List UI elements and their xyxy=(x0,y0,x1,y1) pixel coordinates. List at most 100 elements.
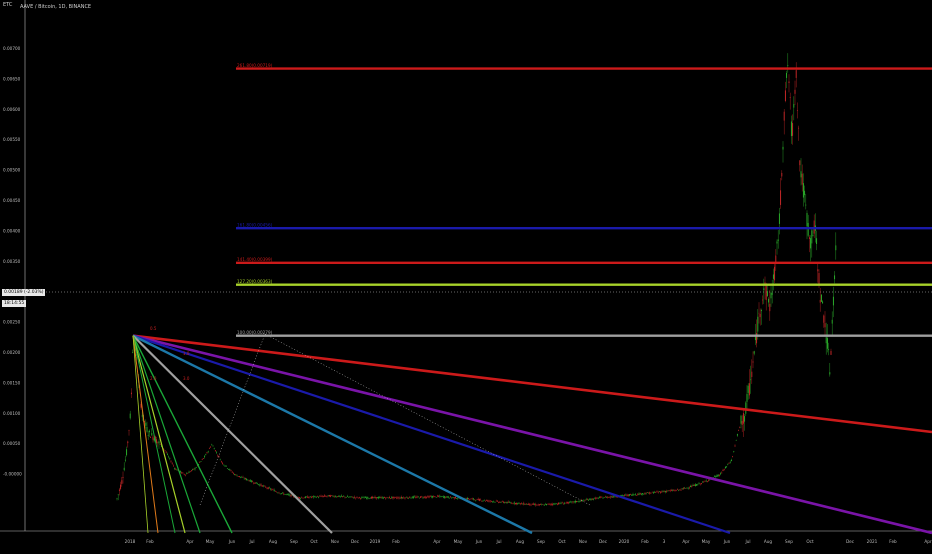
candle-body xyxy=(740,415,742,424)
candle-body xyxy=(471,498,473,500)
candle-body xyxy=(633,494,635,496)
candle-body xyxy=(654,492,656,493)
candle-body xyxy=(201,459,203,460)
candle-body xyxy=(453,497,455,499)
x-tick-label: Sep xyxy=(290,539,298,544)
candle-body xyxy=(261,485,263,487)
candle-body xyxy=(626,494,628,496)
candle-body xyxy=(374,496,376,498)
candle-body xyxy=(358,496,360,498)
candle-body xyxy=(759,313,761,318)
candle-body xyxy=(456,498,458,499)
candle-body xyxy=(188,471,190,473)
candle-body xyxy=(573,501,575,503)
candle-body xyxy=(637,493,639,495)
candle-body xyxy=(661,491,663,493)
candle-body xyxy=(424,496,426,498)
x-tick-label: Dec xyxy=(351,539,360,544)
candle-body xyxy=(525,503,527,505)
candle-body xyxy=(634,494,636,495)
candle-body xyxy=(614,496,616,498)
y-tick-label: 0.00400 xyxy=(3,228,21,233)
candle-body xyxy=(118,489,120,491)
candle-body xyxy=(702,481,704,483)
candle-body xyxy=(529,503,531,506)
candle-body xyxy=(496,500,498,502)
candle-body xyxy=(121,480,123,484)
candle-body xyxy=(776,241,778,244)
candle-body xyxy=(331,495,333,496)
candle-body xyxy=(183,474,185,475)
x-tick-label: Jun xyxy=(228,539,236,544)
candle-body xyxy=(194,468,196,470)
y-tick-label: 0.00200 xyxy=(3,350,21,355)
y-tick-label: -0.00000 xyxy=(3,472,22,477)
candle-body xyxy=(186,473,188,475)
candle-body xyxy=(210,446,212,448)
candle-body xyxy=(685,488,687,489)
fib-level-label: 141.40(0.00399) xyxy=(237,257,273,262)
candle-body xyxy=(326,496,328,497)
candle-body xyxy=(357,497,359,499)
chart-area[interactable]: 0.00700 0.00650 0.00600 0.00550 0.00500 0.004… xyxy=(0,0,932,550)
candle-body xyxy=(778,213,780,224)
candle-body xyxy=(688,487,690,489)
candle-body xyxy=(684,487,686,489)
candle-body xyxy=(141,415,143,417)
candle-body xyxy=(235,474,237,476)
candle-body xyxy=(446,496,448,498)
candle-body xyxy=(168,456,170,458)
candle-body xyxy=(559,502,561,504)
candle-body xyxy=(787,64,789,66)
candle-body xyxy=(190,470,192,471)
y-tick-label: 0.00450 xyxy=(3,198,21,203)
candle-body xyxy=(282,492,284,494)
candle-body xyxy=(445,496,447,498)
candle-body xyxy=(380,497,382,498)
candle-body xyxy=(217,455,219,457)
candle-body xyxy=(609,496,611,498)
candle-body xyxy=(674,490,676,491)
candle-body xyxy=(387,497,389,499)
candle-body xyxy=(229,469,231,471)
candle-body xyxy=(367,496,369,499)
y-tick-label: 0.00550 xyxy=(3,137,21,142)
candle-body xyxy=(735,440,737,441)
candle-body xyxy=(552,504,554,505)
candle-body xyxy=(405,497,407,498)
candle-body xyxy=(124,459,126,461)
candle-body xyxy=(242,477,244,478)
candle-body xyxy=(834,275,836,280)
candle-body xyxy=(771,292,773,295)
candle-body xyxy=(640,493,642,495)
candle-body xyxy=(334,496,336,497)
candle-body xyxy=(379,497,381,498)
candle-body xyxy=(765,284,767,300)
y-tick-label: 0.00600 xyxy=(3,107,21,112)
candle-body xyxy=(489,500,491,502)
x-tick-label: Feb xyxy=(641,539,649,544)
candle-body xyxy=(651,491,653,493)
candle-body xyxy=(517,502,519,505)
candle-body xyxy=(132,352,134,353)
candle-body xyxy=(544,504,546,505)
candle-body xyxy=(398,497,400,499)
candle-body xyxy=(652,492,654,494)
candle-body xyxy=(128,430,130,431)
candle-body xyxy=(518,502,520,504)
candle-body xyxy=(249,479,251,482)
candle-body xyxy=(373,497,375,498)
candle-body xyxy=(734,445,736,447)
candle-body xyxy=(272,489,274,491)
candle-body xyxy=(547,503,549,505)
candle-body xyxy=(826,338,828,349)
chart-canvas[interactable]: 0.00700 0.00650 0.00600 0.00550 0.00500 0.004… xyxy=(0,0,932,550)
x-tick-label: Aug xyxy=(269,539,278,544)
candle-body xyxy=(478,499,480,501)
candle-body xyxy=(537,504,539,506)
candle-body xyxy=(770,292,772,299)
candle-body xyxy=(492,501,494,503)
time-badge: 18:14:55 xyxy=(2,300,27,307)
fan-label: 0.5 xyxy=(150,326,157,331)
candle-body xyxy=(340,495,342,497)
